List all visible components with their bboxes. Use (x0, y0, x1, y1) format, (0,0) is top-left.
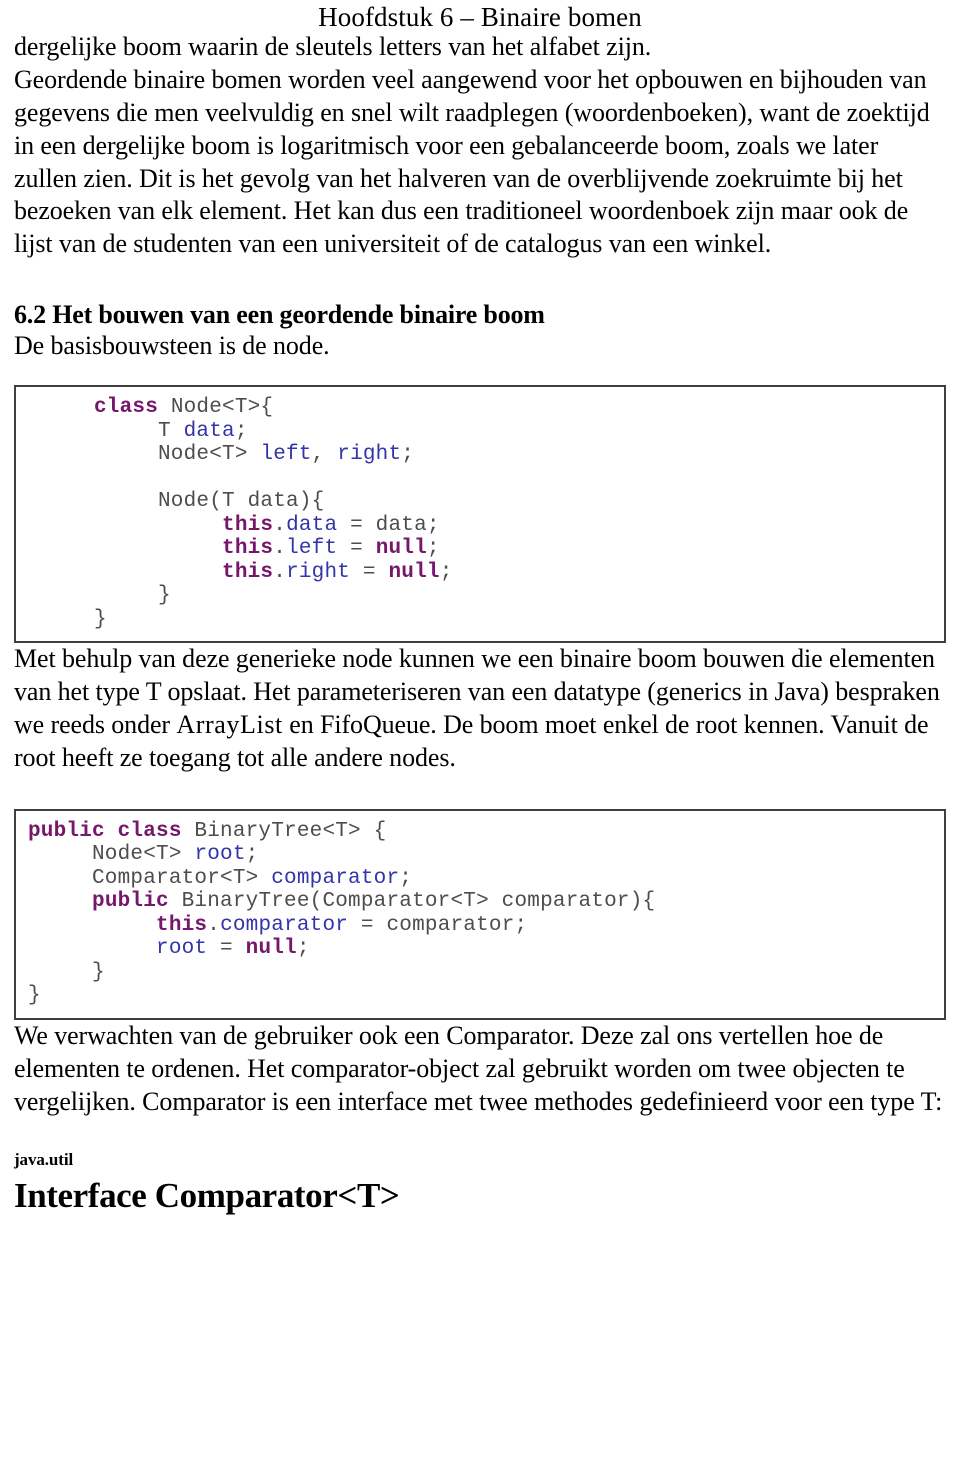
code-text: . (273, 513, 287, 537)
code-identifier-right: right (337, 443, 402, 467)
code-text: = (350, 560, 389, 584)
code-keyword-public: public class (28, 819, 182, 843)
code-identifier-data: data (183, 419, 235, 443)
code-text: , (311, 443, 338, 467)
code-block-node-class: class Node<T>{ T data; Node<T> left, rig… (14, 385, 946, 644)
code-keyword-this: this (222, 560, 274, 584)
code-keyword-public: public (92, 890, 169, 914)
code-identifier-data: data (286, 513, 338, 537)
code-keyword-class: class (94, 396, 159, 420)
code-identifier-root: root (194, 843, 246, 867)
code-text: . (273, 560, 287, 584)
javadoc-interface-title: Interface Comparator<T> (14, 1176, 400, 1216)
code-text: = (207, 937, 246, 961)
code-text: = (337, 537, 376, 561)
code-identifier-root: root (156, 937, 208, 961)
page-content: dergelijke boom waarin de sleutels lette… (0, 31, 960, 1217)
javadoc-heading-group: java.util Interface Comparator<T> (14, 1149, 946, 1217)
code-identifier-left: left (286, 537, 338, 561)
code-text: . (273, 537, 287, 561)
section-heading-6-2: 6.2 Het bouwen van een geordende binaire… (14, 300, 545, 330)
code-identifier-comparator: comparator (271, 866, 400, 890)
code-keyword-null: null (375, 537, 427, 561)
code-identifier-left: left (260, 443, 312, 467)
code-keyword-this: this (222, 537, 274, 561)
paragraph-comparator: We verwachten van de gebruiker ook een C… (14, 1020, 943, 1116)
code-keyword-this: this (156, 913, 208, 937)
inline-code-arraylist: ArrayList (176, 710, 283, 740)
code-keyword-null: null (245, 937, 297, 961)
code-block-binarytree-class: public class BinaryTree<T> { Node<T> roo… (14, 808, 946, 1020)
code-text: . (207, 913, 221, 937)
code-keyword-this: this (222, 513, 274, 537)
code-listing-binarytree: public class BinaryTree<T> { Node<T> roo… (16, 811, 944, 1018)
running-header-title: Hoofdstuk 6 – Binaire bomen (318, 2, 642, 32)
code-identifier-right: right (286, 560, 351, 584)
paragraph-basisbouwsteen: De basisbouwsteen is de node. (14, 331, 330, 361)
code-identifier-comparator: comparator (220, 913, 349, 937)
javadoc-package-name: java.util (14, 1149, 74, 1169)
document-page: Hoofdstuk 6 – Binaire bomen dergelijke b… (0, 0, 960, 1468)
lead-paragraph: dergelijke boom waarin de sleutels lette… (14, 32, 652, 61)
code-keyword-null: null (388, 560, 440, 584)
paragraph-intro-ordered-trees: Geordende binaire bomen worden veel aang… (14, 64, 930, 259)
code-listing-node: class Node<T>{ T data; Node<T> left, rig… (16, 387, 944, 641)
paragraph-generieke-node: Met behulp van deze generieke node kunne… (14, 643, 946, 775)
